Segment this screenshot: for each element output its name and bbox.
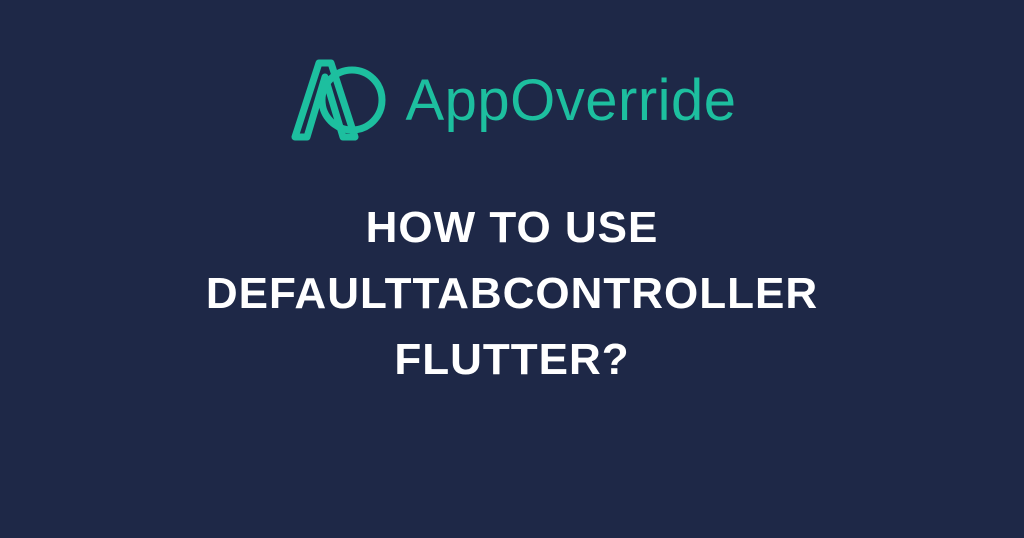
logo-container: AppOverride bbox=[287, 55, 736, 145]
heading-line-2: DefaultTabController bbox=[206, 261, 818, 327]
brand-name: AppOverride bbox=[405, 67, 736, 134]
heading-line-1: How to use bbox=[206, 195, 818, 261]
brand-logo-icon bbox=[287, 55, 387, 145]
heading-line-3: Flutter? bbox=[206, 327, 818, 393]
page-title: How to use DefaultTabController Flutter? bbox=[206, 195, 818, 393]
